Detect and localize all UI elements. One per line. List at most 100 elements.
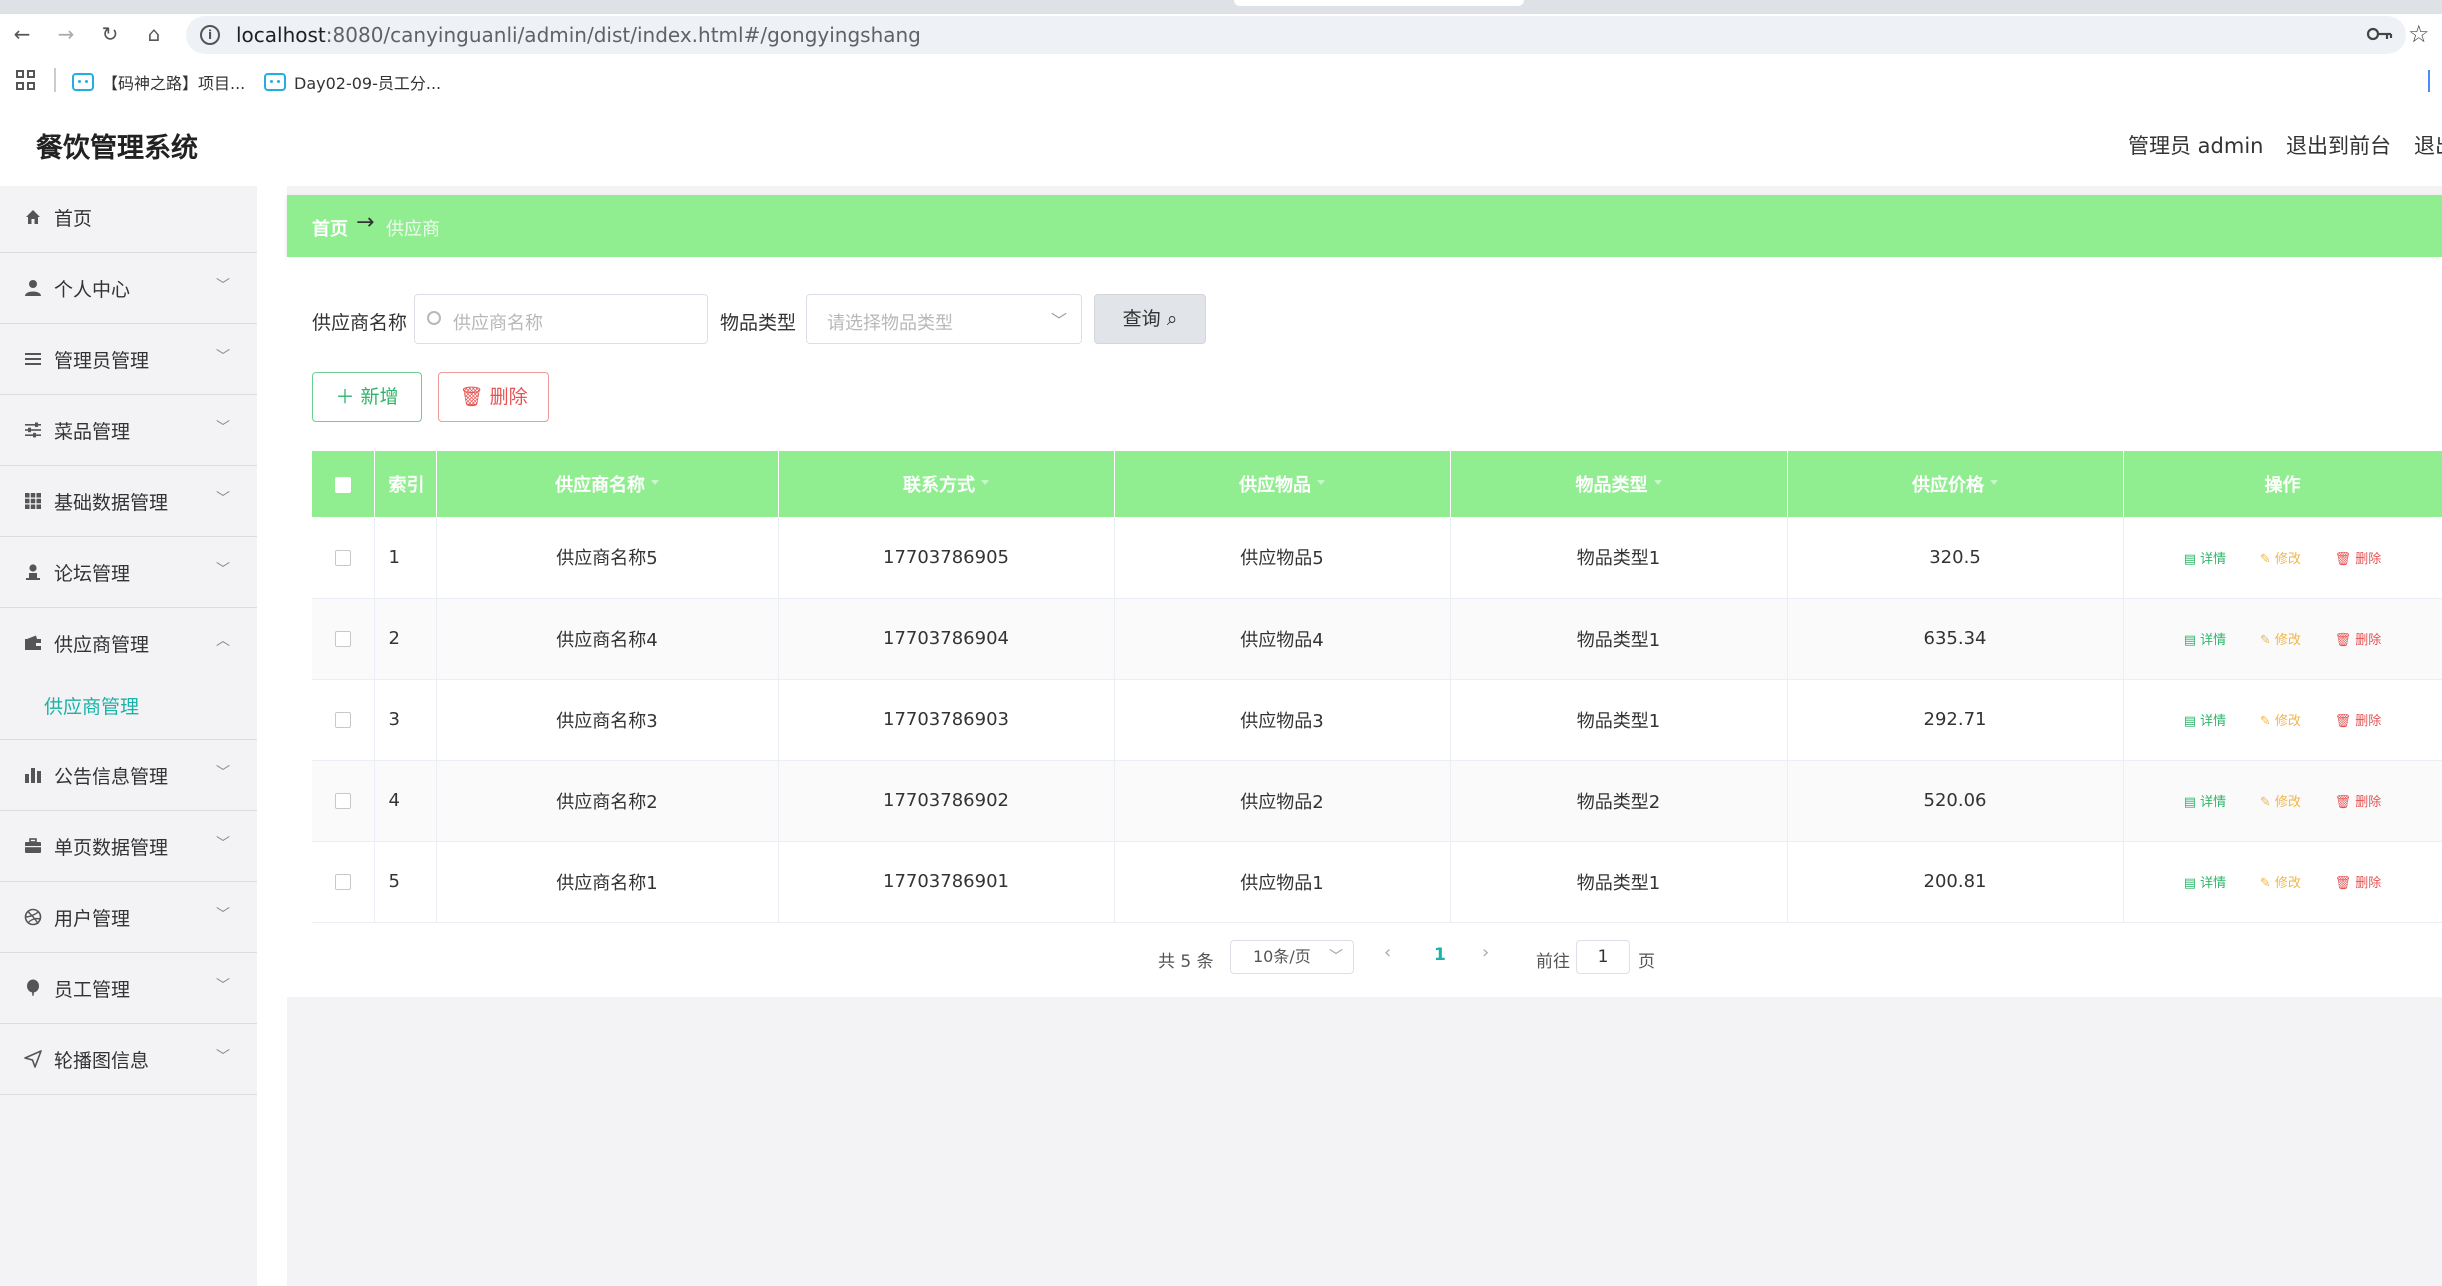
detail-button[interactable]: ▤ 详情 bbox=[2184, 710, 2226, 729]
sort-icon[interactable] bbox=[1317, 480, 1325, 492]
page-size-select[interactable]: 10条/页 ﹀ bbox=[1230, 940, 1354, 974]
col-header-label: 联系方式 bbox=[903, 475, 975, 496]
goods-type-select[interactable]: 请选择物品类型 ﹀ bbox=[806, 294, 1082, 344]
col-header-type[interactable]: 物品类型 bbox=[1450, 451, 1788, 517]
sidebar-item-basic-data[interactable]: 基础数据管理 ﹀ bbox=[0, 466, 257, 537]
sidebar-item-carousel[interactable]: 轮播图信息 ﹀ bbox=[0, 1024, 257, 1095]
col-header-goods[interactable]: 供应物品 bbox=[1114, 451, 1451, 517]
col-header-ops: 操作 bbox=[2123, 451, 2442, 517]
sidebar-item-forum[interactable]: 论坛管理 ﹀ bbox=[0, 537, 257, 608]
row-checkbox[interactable] bbox=[334, 793, 351, 809]
col-header-price[interactable]: 供应价格 bbox=[1787, 451, 2124, 517]
sidebar-item-suppliers[interactable]: 供应商管理 ︿ bbox=[0, 608, 257, 679]
delete-button[interactable]: 🗑 删除 bbox=[2335, 548, 2382, 567]
detail-button[interactable]: ▤ 详情 bbox=[2184, 872, 2226, 891]
logout-link[interactable]: 退出 bbox=[2414, 130, 2442, 160]
edit-button[interactable]: ✎ 修改 bbox=[2260, 791, 2301, 810]
goto-page-input[interactable]: 1 bbox=[1576, 940, 1630, 974]
sidebar-item-profile[interactable]: 个人中心 ﹀ bbox=[0, 253, 257, 324]
app-title: 餐饮管理系统 bbox=[36, 133, 198, 164]
bookmark-item[interactable]: Day02-09-员工分... bbox=[264, 70, 441, 94]
site-info-icon[interactable]: i bbox=[200, 25, 220, 45]
cell-ops: ▤ 详情 ✎ 修改 🗑 删除 bbox=[2123, 517, 2442, 599]
cell-price: 320.5 bbox=[1787, 517, 2124, 599]
cell-contact: 17703786903 bbox=[778, 679, 1115, 761]
plus-icon: ＋ bbox=[335, 386, 355, 408]
sort-icon[interactable] bbox=[651, 480, 659, 492]
sort-icon[interactable] bbox=[1990, 480, 1998, 492]
row-select-cell[interactable] bbox=[312, 841, 375, 923]
col-header-name[interactable]: 供应商名称 bbox=[436, 451, 779, 517]
delete-button[interactable]: 🗑 删除 bbox=[2335, 629, 2382, 648]
bookmark-star-icon[interactable]: ☆ bbox=[2408, 20, 2430, 48]
delete-label: 删除 bbox=[2355, 876, 2382, 891]
sidebar-item-staff[interactable]: 员工管理 ﹀ bbox=[0, 953, 257, 1024]
edit-button[interactable]: ✎ 修改 bbox=[2260, 629, 2301, 648]
row-checkbox[interactable] bbox=[334, 549, 351, 566]
url-host: localhost bbox=[236, 23, 326, 47]
home-browser-icon[interactable]: ⌂ bbox=[142, 22, 166, 46]
row-select-cell[interactable] bbox=[312, 598, 375, 680]
forward-icon[interactable]: → bbox=[54, 22, 78, 46]
home-icon bbox=[24, 208, 42, 226]
sidebar-item-admins[interactable]: 管理员管理 ﹀ bbox=[0, 324, 257, 395]
next-page-icon[interactable]: › bbox=[1482, 942, 1489, 963]
edit-button[interactable]: ✎ 修改 bbox=[2260, 548, 2301, 567]
batch-delete-button[interactable]: 🗑 删除 bbox=[438, 372, 549, 422]
detail-label: 详情 bbox=[2200, 551, 2227, 567]
person-icon bbox=[24, 563, 42, 581]
edit-label: 修改 bbox=[2274, 876, 2301, 891]
breadcrumb-home[interactable]: 首页 bbox=[312, 215, 348, 241]
delete-button[interactable]: 🗑 删除 bbox=[2335, 791, 2382, 810]
edit-button[interactable]: ✎ 修改 bbox=[2260, 872, 2301, 891]
supplier-name-input[interactable]: 供应商名称 bbox=[414, 294, 708, 344]
url-text[interactable]: localhost:8080/canyinguanli/admin/dist/i… bbox=[236, 23, 921, 47]
select-all-cell[interactable] bbox=[312, 451, 375, 517]
detail-button[interactable]: ▤ 详情 bbox=[2184, 629, 2226, 648]
exit-to-front-link[interactable]: 退出到前台 bbox=[2286, 130, 2391, 160]
sliders-icon bbox=[24, 421, 42, 439]
delete-button[interactable]: 🗑 删除 bbox=[2335, 710, 2382, 729]
add-button[interactable]: ＋ 新增 bbox=[312, 372, 422, 422]
back-icon[interactable]: ← bbox=[10, 22, 34, 46]
cell-ops: ▤ 详情 ✎ 修改 🗑 删除 bbox=[2123, 598, 2442, 680]
row-select-cell[interactable] bbox=[312, 760, 375, 842]
chevron-down-icon: ﹀ bbox=[216, 278, 230, 294]
row-select-cell[interactable] bbox=[312, 517, 375, 599]
sidebar-subitem-suppliers[interactable]: 供应商管理 bbox=[0, 674, 257, 740]
search-icon bbox=[427, 311, 441, 325]
edit-button[interactable]: ✎ 修改 bbox=[2260, 710, 2301, 729]
edit-label: 修改 bbox=[2274, 795, 2301, 810]
select-all-checkbox[interactable] bbox=[334, 476, 351, 493]
detail-button[interactable]: ▤ 详情 bbox=[2184, 548, 2226, 567]
sidebar-item-home[interactable]: 首页 bbox=[0, 182, 257, 253]
bookmark-item[interactable]: 【码神之路】项目... bbox=[72, 70, 245, 94]
sidebar-item-users[interactable]: 用户管理 ﹀ bbox=[0, 882, 257, 953]
apps-icon[interactable] bbox=[16, 70, 36, 90]
sidebar-item-single-page[interactable]: 单页数据管理 ﹀ bbox=[0, 811, 257, 882]
sidebar-item-label: 员工管理 bbox=[54, 979, 131, 1001]
row-checkbox[interactable] bbox=[334, 874, 351, 890]
row-checkbox[interactable] bbox=[334, 631, 351, 647]
col-header-contact[interactable]: 联系方式 bbox=[778, 451, 1115, 517]
active-tab[interactable] bbox=[1234, 0, 1524, 6]
chevron-down-icon: ﹀ bbox=[1050, 311, 1067, 330]
sidebar-item-dishes[interactable]: 菜品管理 ﹀ bbox=[0, 395, 257, 466]
query-button[interactable]: 查询 ⌕ bbox=[1094, 294, 1206, 344]
sidebar-item-label: 轮播图信息 bbox=[54, 1050, 150, 1072]
chevron-down-icon: ﹀ bbox=[216, 1049, 230, 1065]
row-checkbox[interactable] bbox=[334, 712, 351, 728]
sidebar-item-announcements[interactable]: 公告信息管理 ﹀ bbox=[0, 740, 257, 811]
prev-page-icon[interactable]: ‹ bbox=[1384, 942, 1391, 963]
row-select-cell[interactable] bbox=[312, 679, 375, 761]
page-number-current[interactable]: 1 bbox=[1434, 945, 1446, 965]
sort-icon[interactable] bbox=[1653, 480, 1662, 492]
cell-contact: 17703786905 bbox=[778, 517, 1115, 599]
detail-button[interactable]: ▤ 详情 bbox=[2184, 791, 2226, 810]
reload-icon[interactable]: ↻ bbox=[98, 22, 122, 46]
supplier-name-label: 供应商名称 bbox=[312, 312, 408, 334]
delete-button[interactable]: 🗑 删除 bbox=[2335, 872, 2382, 891]
pagination-total: 共 5 条 bbox=[1158, 952, 1214, 972]
sort-icon[interactable] bbox=[981, 480, 989, 492]
password-key-icon[interactable] bbox=[2366, 24, 2394, 44]
